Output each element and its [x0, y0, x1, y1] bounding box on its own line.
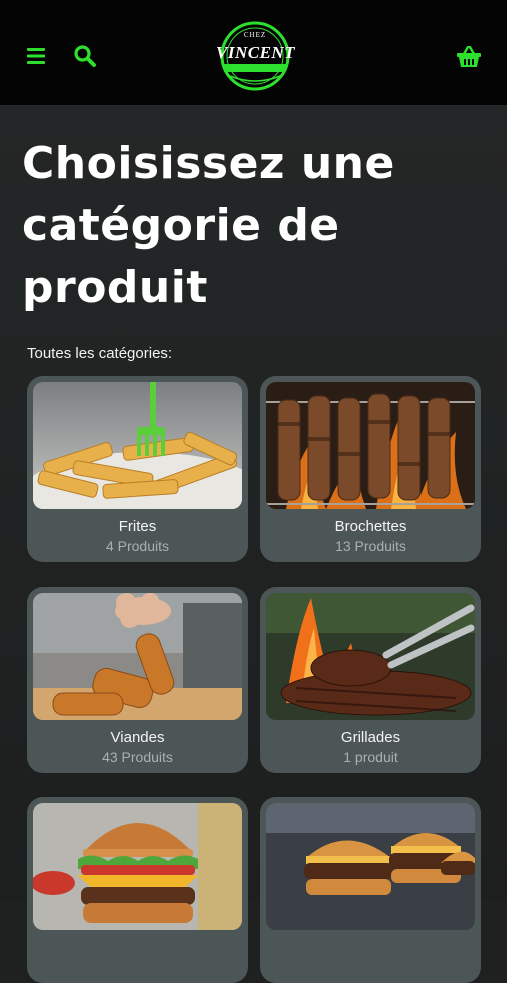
page-title: Choisissez une catégorie de produit — [22, 138, 395, 313]
category-name: Frites — [118, 518, 157, 535]
category-count: 43 Produits — [102, 749, 173, 765]
chez-vincent-logo[interactable]: CHEZ VINCENT — [216, 20, 296, 92]
basket-icon[interactable] — [456, 45, 482, 68]
category-count: 4 Produits — [105, 538, 170, 554]
search-icon[interactable] — [73, 44, 97, 68]
top-bar: CHEZ VINCENT — [0, 0, 507, 105]
skewers-photo — [266, 382, 475, 509]
fries-photo — [33, 382, 242, 509]
category-card-grillades[interactable]: Grillades 1 produit — [260, 587, 481, 773]
category-count: 1 produit — [343, 749, 398, 765]
burgers-photo — [266, 803, 475, 930]
main-content: Choisissez une catégorie de produit Tout… — [0, 105, 507, 983]
category-card-burgers[interactable] — [260, 797, 481, 983]
category-name: Brochettes — [334, 518, 407, 535]
category-card-frites[interactable]: Frites 4 Produits — [27, 376, 248, 562]
category-card-brochettes[interactable]: Brochettes 13 Produits — [260, 376, 481, 562]
category-name: Viandes — [110, 729, 165, 746]
burger-photo — [33, 803, 242, 930]
category-card-viandes[interactable]: Viandes 43 Produits — [27, 587, 248, 773]
logo-small-text: CHEZ — [243, 31, 267, 39]
section-label: Toutes les catégories: — [27, 345, 173, 362]
chicken-tenders-photo — [33, 593, 242, 720]
logo-name: VINCENT — [216, 43, 296, 62]
menu-icon[interactable] — [26, 46, 46, 66]
category-name: Grillades — [340, 729, 401, 746]
category-card-burger[interactable] — [27, 797, 248, 983]
grilled-meat-photo — [266, 593, 475, 720]
category-count: 13 Produits — [335, 538, 406, 554]
